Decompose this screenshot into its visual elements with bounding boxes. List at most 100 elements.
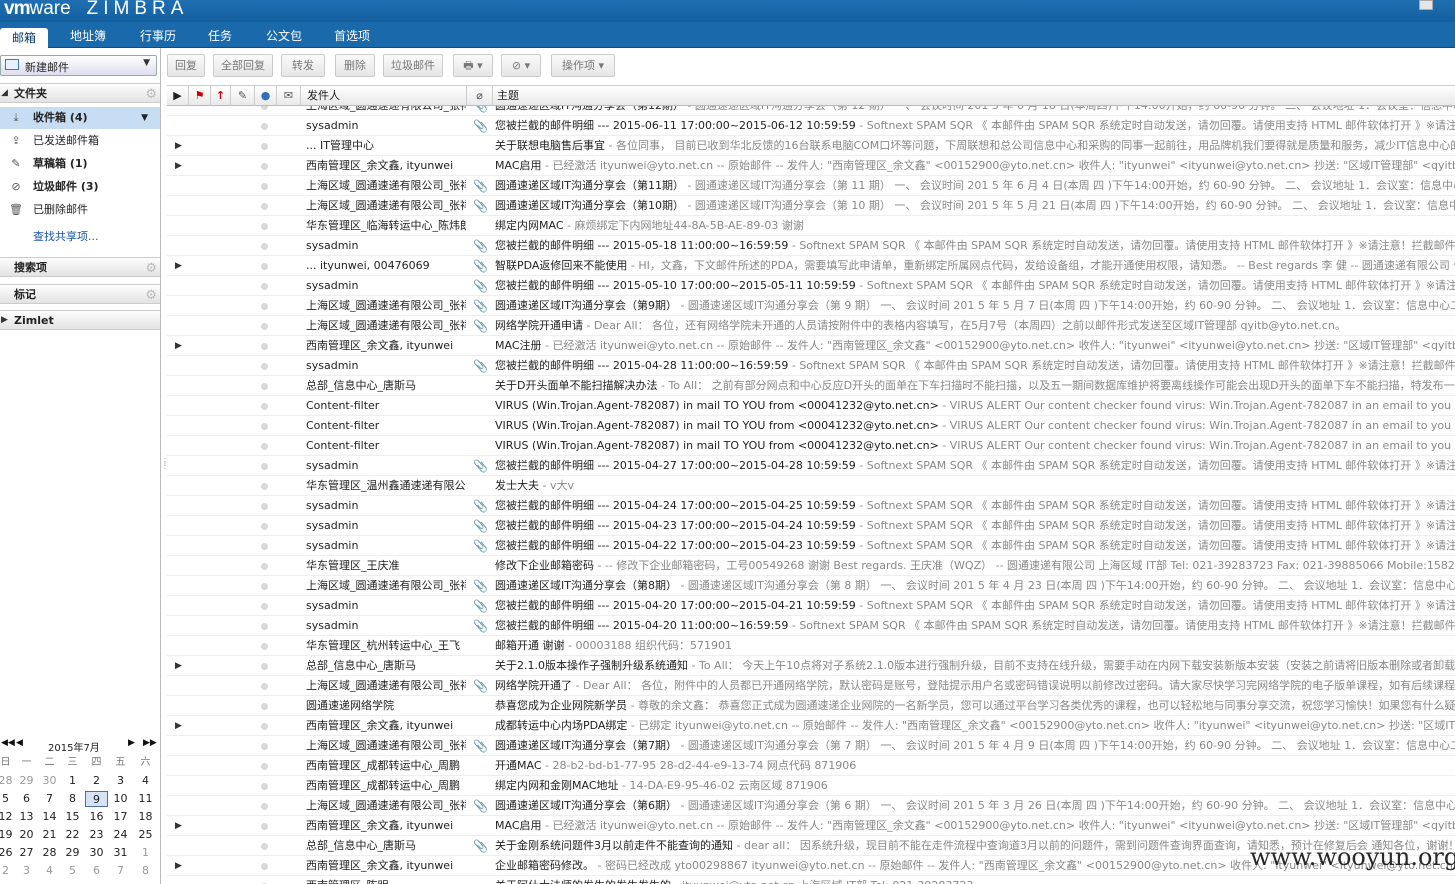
calendar-day[interactable]: 10 — [109, 791, 132, 807]
calendar-day[interactable]: 7 — [109, 863, 132, 879]
message-row[interactable]: 上海区域_圆通速递有限公司_张祥 📎 圆通速递区域IT沟通分享会（第12期） - 圆… — [167, 106, 1455, 116]
read-status-dot-icon[interactable] — [261, 223, 268, 230]
forward-button[interactable]: 转发 — [281, 54, 325, 77]
calendar-day[interactable]: 1 — [61, 773, 84, 789]
tags-header[interactable]: 标记 ⚙ — [0, 284, 160, 304]
read-status-column-icon[interactable]: ● — [255, 86, 277, 106]
read-status-dot-icon[interactable] — [261, 443, 268, 450]
searches-header[interactable]: 搜索项 ⚙ — [0, 257, 160, 277]
message-row[interactable]: 圆通速递网络学院 恭喜您成为企业网院新学员 - 尊敬的余文鑫： 恭喜您正式成为圆通… — [167, 696, 1455, 716]
message-row[interactable]: Content-filter VIRUS (Win.Trojan.Agent-78… — [167, 416, 1455, 436]
read-status-dot-icon[interactable] — [261, 483, 268, 490]
read-status-dot-icon[interactable] — [261, 323, 268, 330]
folders-header[interactable]: ◢ 文件夹 ⚙ — [0, 83, 160, 103]
tag-button[interactable]: ⊘ ▾ — [501, 54, 541, 77]
actions-button[interactable]: 操作项 ▾ — [551, 54, 615, 77]
calendar-day[interactable]: 14 — [38, 809, 61, 825]
calendar-day[interactable]: 27 — [15, 845, 38, 861]
message-row[interactable]: 华东管理区_王庆准 修改下企业邮箱密码 - -- 修改下企业邮箱密码，工号0054… — [167, 556, 1455, 576]
message-row[interactable]: sysadmin 📎 您被拦截的邮件明细 --- 2015-04-20 17:00:… — [167, 596, 1455, 616]
message-row[interactable]: 西南管理区_陈明 关于阿什大法师的发生的发生发生的 - ityunwei@yto.… — [167, 876, 1455, 884]
folder-item[interactable]: ⤓ 收件箱 (4) ▼ — [0, 107, 160, 129]
message-row[interactable]: 上海区域_圆通速递有限公司_张祥 📎 圆通速递区域IT沟通分享会（第11期） - 圆… — [167, 176, 1455, 196]
zimlet-header[interactable]: ▶ Zimlet — [0, 310, 160, 330]
calendar-day[interactable]: 6 — [85, 863, 108, 879]
message-row[interactable]: 西南管理区_成都转运中心_周鹏 绑定内网和金刚MAC地址 - 14-DA-E9-9… — [167, 776, 1455, 796]
calendar-day[interactable]: 16 — [85, 809, 108, 825]
app-tab[interactable]: 首选项 — [322, 26, 382, 48]
attachment-column-icon[interactable]: ⌀ — [467, 86, 493, 106]
read-status-dot-icon[interactable] — [261, 583, 268, 590]
calendar-day[interactable]: 2 — [85, 773, 108, 789]
reply-all-button[interactable]: 全部回复 — [213, 54, 273, 77]
calendar-day[interactable]: 23 — [85, 827, 108, 843]
calendar-day[interactable]: 31 — [109, 845, 132, 861]
expand-conversation-icon[interactable]: ▶ — [175, 816, 182, 835]
reply-button[interactable]: 回复 — [167, 54, 205, 77]
message-row[interactable]: 上海区域_圆通速递有限公司_张祥 📎 圆通速递区域IT沟通分享会（第7期） - 圆通… — [167, 736, 1455, 756]
message-row[interactable]: sysadmin 📎 您被拦截的邮件明细 --- 2015-04-20 11:00:… — [167, 616, 1455, 636]
read-status-dot-icon[interactable] — [261, 803, 268, 810]
read-status-dot-icon[interactable] — [261, 183, 268, 190]
calendar-day[interactable]: 15 — [61, 809, 84, 825]
message-row[interactable]: 上海区域_圆通速递有限公司_张祥 📎 圆通速递区域IT沟通分享会（第6期） - 圆通… — [167, 796, 1455, 816]
window-control[interactable] — [1419, 0, 1433, 10]
tag-column-icon[interactable]: ✎ — [231, 86, 255, 106]
splitter-handle[interactable]: ⋮ ⋮ — [161, 458, 169, 472]
expand-conversation-icon[interactable]: ▶ — [175, 336, 182, 355]
priority-column-icon[interactable]: ↑ — [211, 86, 231, 106]
calendar-day[interactable]: 1 — [134, 845, 157, 861]
collapse-icon[interactable]: ◢ — [1, 84, 8, 103]
expand-icon[interactable]: ▶ — [1, 311, 8, 330]
gear-icon[interactable]: ⚙ — [145, 259, 157, 278]
calendar-day[interactable]: 20 — [15, 827, 38, 843]
calendar-day[interactable]: 4 — [134, 773, 157, 789]
message-row[interactable]: Content-filter VIRUS (Win.Trojan.Agent-78… — [167, 396, 1455, 416]
calendar-day[interactable]: 30 — [85, 845, 108, 861]
message-row[interactable]: ▶ 总部_信息中心_唐斯马 关于2.1.0版本操作子强制升级系统通知 - To Al… — [167, 656, 1455, 676]
calendar-day[interactable]: 21 — [38, 827, 61, 843]
message-row[interactable]: sysadmin 📎 您被拦截的邮件明细 --- 2015-04-23 17:00:… — [167, 516, 1455, 536]
read-status-dot-icon[interactable] — [261, 363, 268, 370]
read-status-dot-icon[interactable] — [261, 263, 268, 270]
message-row[interactable]: 华东管理区_杭州转运中心_王飞 邮箱开通 谢谢 - 00003188 组织代码：5… — [167, 636, 1455, 656]
message-row[interactable]: ▶ 西南管理区_余文鑫, ityunwei MAC启用 - 已经激活 ityunwe… — [167, 156, 1455, 176]
expand-conversation-icon[interactable]: ▶ — [175, 856, 182, 875]
message-row[interactable]: ▶ 西南管理区_余文鑫, ityunwei MAC启用 - 已经激活 ityunwe… — [167, 816, 1455, 836]
message-status-column-icon[interactable]: ✉ — [277, 86, 301, 106]
subject-column-header[interactable]: 主题 — [493, 86, 1455, 106]
calendar-day[interactable]: 17 — [109, 809, 132, 825]
read-status-dot-icon[interactable] — [261, 343, 268, 350]
read-status-dot-icon[interactable] — [261, 163, 268, 170]
read-status-dot-icon[interactable] — [261, 243, 268, 250]
read-status-dot-icon[interactable] — [261, 763, 268, 770]
read-status-dot-icon[interactable] — [261, 283, 268, 290]
message-row[interactable]: 西南管理区_成都转运中心_周鹏 开通MAC - 28-b2-bd-b1-77-95… — [167, 756, 1455, 776]
calendar-day[interactable]: 8 — [61, 791, 84, 807]
prev-year-icon[interactable]: ◀◀ — [1, 738, 15, 748]
read-status-dot-icon[interactable] — [261, 463, 268, 470]
message-row[interactable]: sysadmin 📎 您被拦截的邮件明细 --- 2015-04-27 17:00:… — [167, 456, 1455, 476]
new-mail-button[interactable]: 新建邮件 ▼ — [0, 55, 157, 76]
message-row[interactable]: sysadmin 📎 您被拦截的邮件明细 --- 2015-05-10 17:00:… — [167, 276, 1455, 296]
message-row[interactable]: sysadmin 📎 您被拦截的邮件明细 --- 2015-06-11 17:00:… — [167, 116, 1455, 136]
next-month-icon[interactable]: ▶ — [128, 738, 135, 748]
calendar-day[interactable]: 30 — [38, 773, 61, 789]
read-status-dot-icon[interactable] — [261, 843, 268, 850]
read-status-dot-icon[interactable] — [261, 106, 268, 110]
sender-column-header[interactable]: 发件人 — [301, 86, 467, 106]
calendar-day[interactable]: 29 — [61, 845, 84, 861]
app-tab[interactable]: 任务 — [196, 26, 244, 48]
read-status-dot-icon[interactable] — [261, 783, 268, 790]
expand-conversation-icon[interactable]: ▶ — [175, 716, 182, 735]
calendar-day[interactable]: 8 — [134, 863, 157, 879]
read-status-dot-icon[interactable] — [261, 623, 268, 630]
folder-item[interactable]: 🗑 已删除邮件 — [0, 199, 160, 221]
read-status-dot-icon[interactable] — [261, 143, 268, 150]
read-status-dot-icon[interactable] — [261, 403, 268, 410]
message-row[interactable]: ▶ 西南管理区_余文鑫, ityunwei MAC注册 - 已经激活 ityunwe… — [167, 336, 1455, 356]
flag-column-icon[interactable]: ⚑ — [189, 86, 211, 106]
message-row[interactable]: 上海区域_圆通速递有限公司_张祥 📎 圆通速递区域IT沟通分享会（第8期） - 圆通… — [167, 576, 1455, 596]
read-status-dot-icon[interactable] — [261, 863, 268, 870]
read-status-dot-icon[interactable] — [261, 743, 268, 750]
